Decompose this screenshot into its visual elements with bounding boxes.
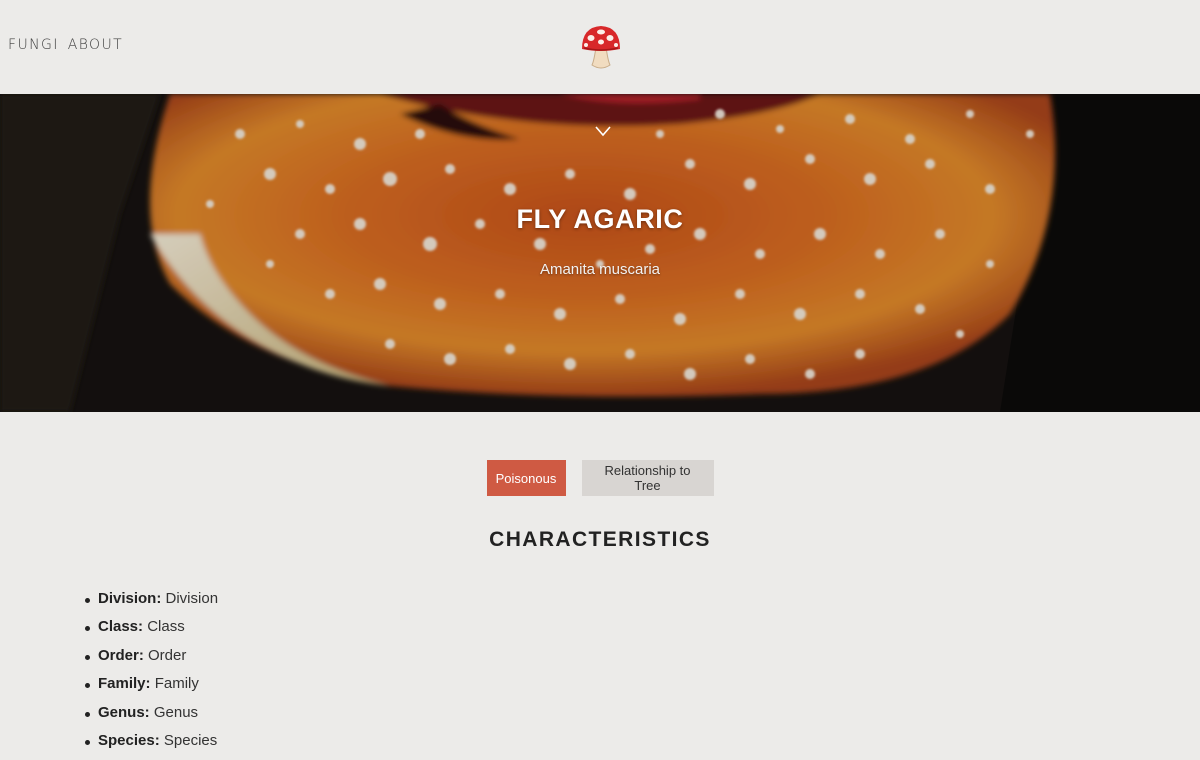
- item-label: Species:: [98, 731, 160, 749]
- item-label: Class:: [98, 618, 144, 636]
- item-label: Division:: [98, 590, 162, 607]
- nav-links: FUNGI ABOUT: [8, 37, 123, 53]
- section-title: CHARACTERISTICS: [489, 528, 711, 551]
- item-value: Genus: [153, 703, 199, 721]
- nav-link-about[interactable]: ABOUT: [68, 37, 123, 53]
- nav-link-fungi[interactable]: FUNGI: [8, 37, 59, 53]
- item-label: Genus:: [98, 703, 150, 721]
- item-value: Class: [147, 618, 185, 636]
- list-item: Genus: Genus: [84, 703, 218, 732]
- item-label: Order:: [98, 646, 144, 664]
- hero-overlay: [0, 94, 1200, 412]
- list-item: Division: Division: [84, 590, 219, 618]
- item-value: Division: [165, 590, 219, 607]
- hero-subtitle: Amanita muscaria: [539, 261, 661, 278]
- list-item: Family: Family: [84, 675, 218, 703]
- hero-banner: FLY AGARIC Amanita muscaria: [0, 94, 1200, 412]
- item-value: Family: [154, 675, 199, 693]
- tab-relationship-to-tree[interactable]: Relationship to Tree: [581, 460, 714, 496]
- hero-title: FLY AGARIC: [516, 204, 684, 234]
- tab-poisonous[interactable]: Poisonous: [486, 460, 566, 496]
- item-value: Order: [148, 646, 187, 664]
- tab-bar: Poisonous Relationship to Tree: [0, 460, 1200, 496]
- item-value: Species: [163, 731, 218, 749]
- item-label: Family:: [98, 675, 151, 693]
- list-item: Class: Class: [84, 618, 218, 646]
- characteristics-list: Division: Division Class: Class Order: O…: [84, 590, 219, 760]
- list-item: Order: Order: [84, 646, 218, 675]
- mushroom-icon[interactable]: [580, 23, 622, 71]
- top-nav: FUNGI ABOUT: [0, 0, 1200, 94]
- chevron-down-icon[interactable]: [594, 124, 612, 138]
